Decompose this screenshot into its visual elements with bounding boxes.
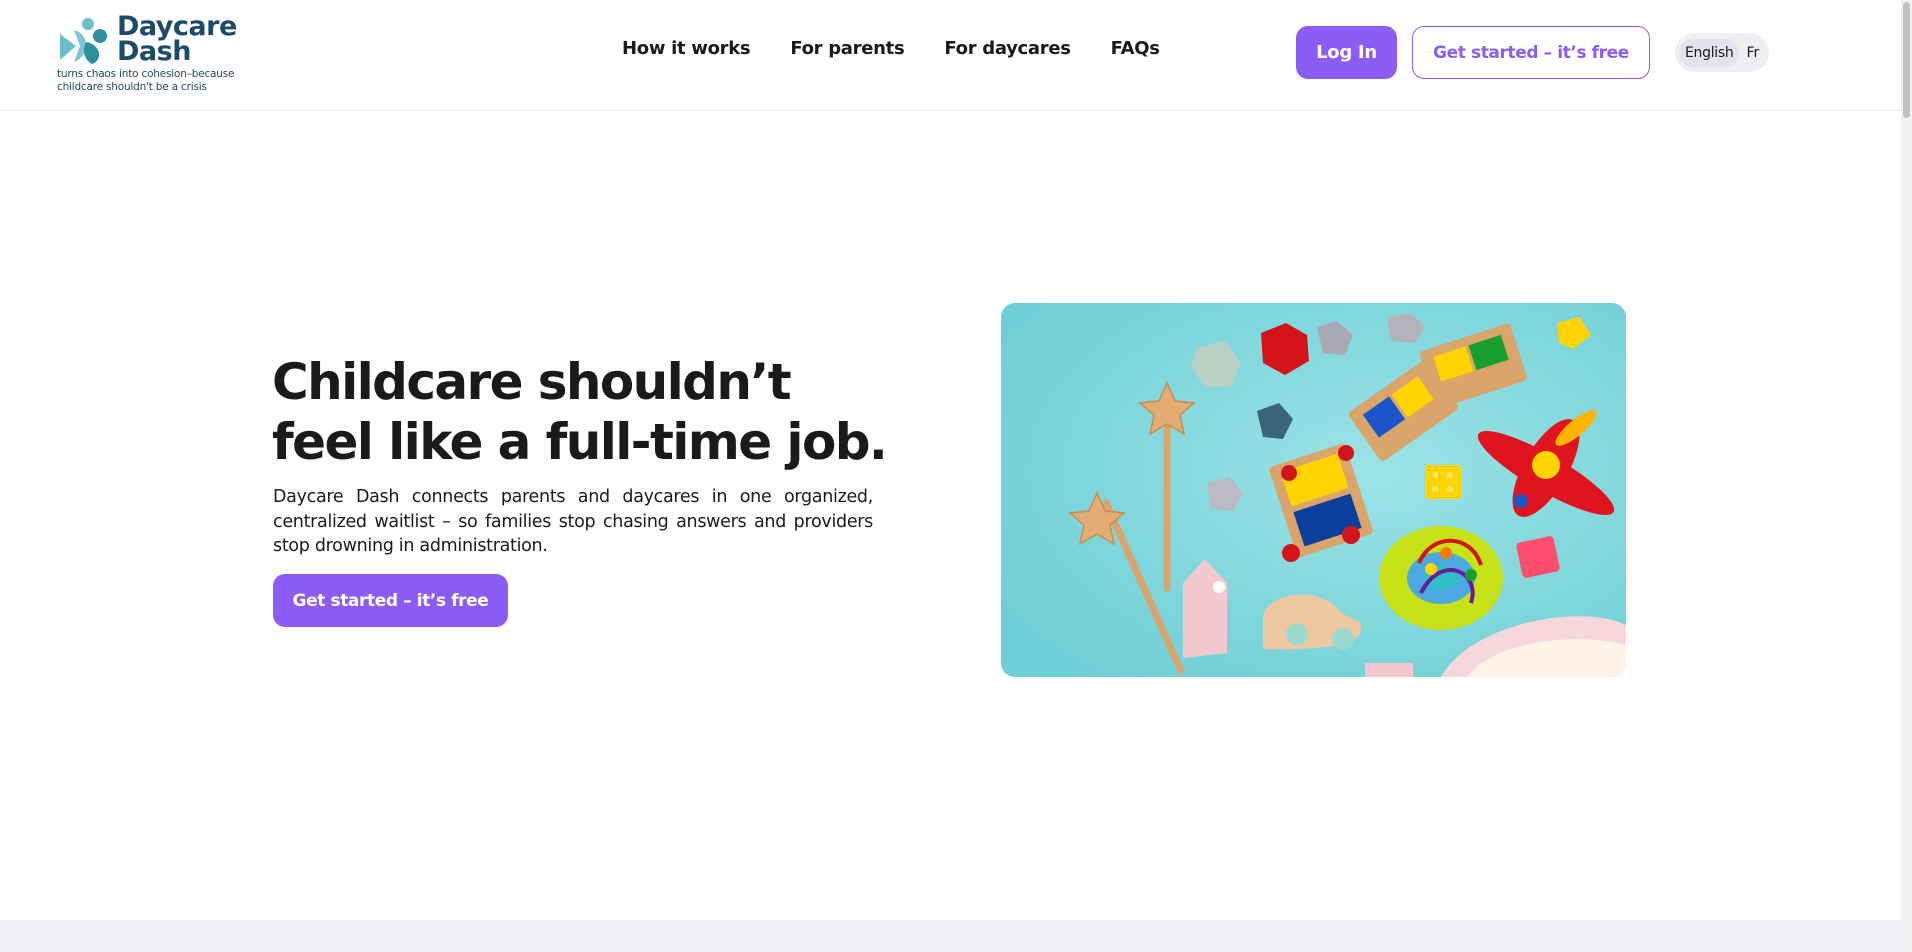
hero-title: Childcare shouldn’t feel like a full-tim… <box>272 352 892 472</box>
site-header: Daycare Dash turns chaos into cohesion–b… <box>0 0 1901 111</box>
hero-title-line2: feel like a full-time job. <box>272 413 888 471</box>
language-option-english[interactable]: English <box>1679 38 1740 67</box>
hero-get-started-button[interactable]: Get started – it’s free <box>273 574 508 627</box>
nav-faqs[interactable]: FAQs <box>1111 38 1160 59</box>
page-scrollbar[interactable] <box>1901 0 1912 952</box>
hero-title-line1: Childcare shouldn’t <box>272 353 792 411</box>
toys-illustration <box>1001 303 1626 677</box>
nav-how-it-works[interactable]: How it works <box>622 38 751 59</box>
logo-name-line2: Dash <box>117 36 191 67</box>
logo[interactable]: Daycare Dash turns chaos into cohesion–b… <box>56 12 246 94</box>
nav-for-daycares[interactable]: For daycares <box>944 38 1071 59</box>
language-switcher: English Fr <box>1675 33 1769 72</box>
header-get-started-button[interactable]: Get started – it’s free <box>1412 26 1650 79</box>
scrollbar-thumb[interactable] <box>1903 2 1910 118</box>
logo-mark-icon <box>60 18 107 64</box>
login-button[interactable]: Log In <box>1296 26 1397 79</box>
hero-toys-image <box>1001 303 1626 677</box>
language-option-french[interactable]: Fr <box>1746 45 1759 61</box>
main-nav: How it works For parents For daycares FA… <box>622 38 1200 59</box>
logo-name: Daycare Dash <box>117 13 237 67</box>
nav-for-parents[interactable]: For parents <box>790 38 904 59</box>
logo-tagline: turns chaos into cohesion–because childc… <box>57 68 235 93</box>
next-section-band <box>0 920 1901 952</box>
hero-description: Daycare Dash connects parents and daycar… <box>273 487 873 556</box>
